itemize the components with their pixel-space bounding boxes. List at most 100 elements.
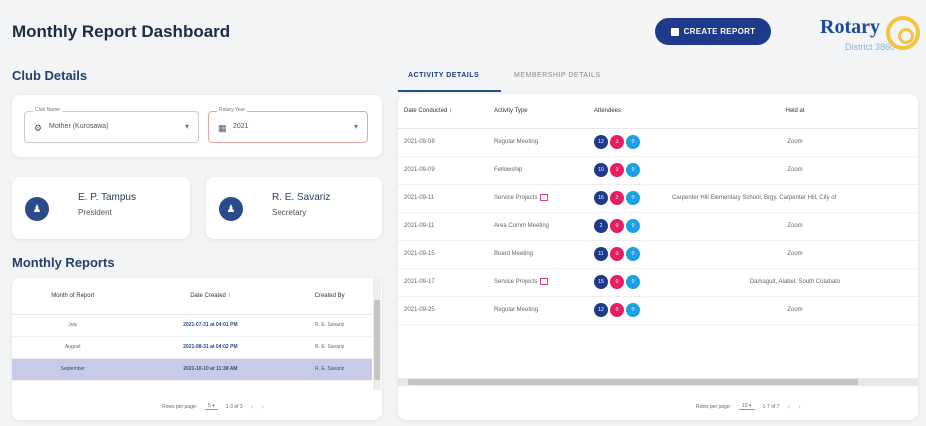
attendees: 200 (588, 212, 666, 241)
page-range: 1-3 of 3 (225, 403, 243, 410)
rows-per-page-value: 5 (208, 403, 211, 409)
col-month[interactable]: Month of Report (12, 278, 134, 315)
activity-date: 2021-09-17 (398, 268, 488, 297)
active-tab-indicator (398, 90, 501, 92)
table-row[interactable]: 2021-09-08 Regular Meeting 12 3 0 Zoom (398, 128, 918, 157)
activity-pagination: Rows per page: 10 ▾ 1-7 of 7 ‹ › (696, 402, 801, 411)
report-month: July (12, 314, 134, 337)
col-date-conducted[interactable]: Date Conducted ↑ (398, 94, 488, 129)
attendee-count: 0 (626, 219, 640, 233)
report-month: August (12, 336, 134, 359)
table-row[interactable]: August 2021-08-31 at 04:02 PM R. E. Sava… (12, 336, 372, 359)
calendar-icon[interactable] (540, 278, 549, 286)
rows-per-page-select[interactable]: 10 ▾ (739, 403, 755, 410)
report-author: R. E. Savariz (287, 314, 372, 337)
attendee-count: 0 (626, 163, 640, 177)
officer-name: E. P. Tampus (78, 192, 136, 203)
next-page-icon[interactable]: › (261, 402, 264, 411)
activity-location: Damaguit, Alabel, South Cotabato (666, 268, 918, 297)
club-name-select[interactable]: Club Name ⚙ Mother (Kurosawa) ▾ (24, 107, 199, 143)
attendees: 12 0 0 (588, 296, 666, 325)
attendee-count: 0 (610, 247, 624, 261)
col-date-created[interactable]: Date Created ↑ (133, 278, 288, 315)
activity-type-cell: Service Projects (488, 268, 588, 297)
col-created-by[interactable]: Created By (287, 278, 372, 315)
activity-location: Zoom (666, 296, 918, 325)
rotary-logo: Rotary District 3860 (808, 12, 923, 62)
officer-role: Secretary (272, 208, 307, 217)
club-details-card: Club Name ⚙ Mother (Kurosawa) ▾ Rotary Y… (12, 95, 382, 157)
activity-type: Fellowship (488, 156, 588, 185)
table-row[interactable]: 2021-09-25 Regular Meeting 12 0 0 Zoom (398, 296, 918, 325)
attendee-count: 2 (594, 219, 608, 233)
attendees: 16 2 0 (588, 184, 666, 213)
attendee-count: 15 (594, 275, 608, 289)
officer-name: R. E. Savariz (272, 192, 331, 203)
activity-date: 2021-09-09 (398, 156, 488, 185)
attendee-count: 0 (626, 135, 640, 149)
attendees: 15 0 0 (588, 268, 666, 297)
calendar-icon[interactable] (540, 194, 549, 202)
chevron-down-icon: ▾ (353, 122, 358, 131)
activity-date: 2021-09-08 (398, 128, 488, 157)
attendees: 12 3 0 (588, 128, 666, 157)
rotary-year-select[interactable]: Rotary Year ▦ 2021 ▾ (208, 107, 368, 143)
page-title: Monthly Report Dashboard (12, 22, 231, 41)
activity-date: 2021-09-15 (398, 240, 488, 269)
officer-card-secretary: ♟ R. E. Savariz Secretary (206, 177, 382, 239)
col-activity-type[interactable]: Activity Type (488, 94, 588, 129)
attendee-count: 16 (594, 191, 608, 205)
tab-membership-details[interactable]: MEMBERSHIP DETAILS (514, 72, 601, 79)
attendee-count: 0 (610, 219, 624, 233)
monthly-reports-table: Month of Report Date Created ↑ Created B… (12, 278, 372, 381)
attendee-count: 11 (594, 247, 608, 261)
scrollbar-thumb[interactable] (374, 300, 380, 380)
col-attendees[interactable]: Attendees (588, 94, 666, 129)
activity-type: Board Meeting (488, 240, 588, 269)
monthly-reports-title: Monthly Reports (12, 255, 115, 270)
rows-per-page-select[interactable]: 5 ▾ (205, 403, 218, 410)
table-row[interactable]: 2021-09-17 Service Projects 15 0 0 Damagui… (398, 268, 918, 297)
table-row[interactable]: 2021-09-09 Fellowship 10 3 0 Zoom (398, 156, 918, 185)
club-name-value: Mother (Kurosawa) (49, 123, 109, 130)
report-icon (670, 27, 679, 36)
officer-role: President (78, 208, 112, 217)
attendee-count: 0 (610, 275, 624, 289)
page-range: 1-7 of 7 (762, 403, 780, 410)
create-report-button[interactable]: CREATE REPORT (655, 18, 771, 45)
calendar-icon: ▦ (218, 123, 227, 133)
table-row[interactable]: September 2021-10-10 at 11:38 AM R. E. S… (12, 358, 372, 381)
report-date: 2021-08-31 at 04:02 PM (133, 336, 288, 359)
prev-page-icon[interactable]: ‹ (251, 402, 254, 411)
rows-per-page-label: Rows per page: (162, 403, 198, 410)
tab-activity-details[interactable]: ACTIVITY DETAILS (408, 72, 479, 79)
col-held-at[interactable]: Held at (666, 94, 918, 129)
attendee-count: 3 (610, 163, 624, 177)
activity-location: Zoom (666, 212, 918, 241)
reports-pagination: Rows per page: 5 ▾ 1-3 of 3 ‹ › (162, 402, 264, 411)
table-row[interactable]: 2021-09-11 Area Comm Meeting 200 Zoom (398, 212, 918, 241)
rotary-wheel-icon (886, 16, 920, 50)
chevron-down-icon: ▾ (184, 122, 189, 131)
attendee-count: 12 (594, 135, 608, 149)
reports-scrollbar[interactable] (373, 278, 381, 390)
person-add-icon: ♟ (219, 197, 243, 221)
next-page-icon[interactable]: › (798, 402, 801, 411)
table-row[interactable]: 2021-09-15 Board Meeting 11 0 0 Zoom (398, 240, 918, 269)
attendee-count: 0 (626, 247, 640, 261)
attendee-count: 12 (594, 303, 608, 317)
activity-horizontal-scrollbar[interactable] (398, 378, 918, 386)
activity-type-cell: Service Projects (488, 184, 588, 213)
report-date: 2021-10-10 at 11:38 AM (133, 358, 288, 381)
table-row[interactable]: 2021-09-11 Service Projects 16 2 0 Carpent… (398, 184, 918, 213)
scrollbar-thumb[interactable] (408, 379, 858, 385)
table-row[interactable]: July 2021-07-31 at 04:01 PM R. E. Savari… (12, 314, 372, 337)
activity-table: Date Conducted ↑ Activity Type Attendees… (398, 94, 918, 325)
club-details-title: Club Details (12, 68, 88, 83)
rows-per-page-value: 10 (742, 403, 748, 409)
activity-type: Regular Meeting (488, 296, 588, 325)
prev-page-icon[interactable]: ‹ (787, 402, 790, 411)
activity-date: 2021-09-11 (398, 184, 488, 213)
attendee-count: 2 (610, 191, 624, 205)
attendee-count: 0 (626, 275, 640, 289)
